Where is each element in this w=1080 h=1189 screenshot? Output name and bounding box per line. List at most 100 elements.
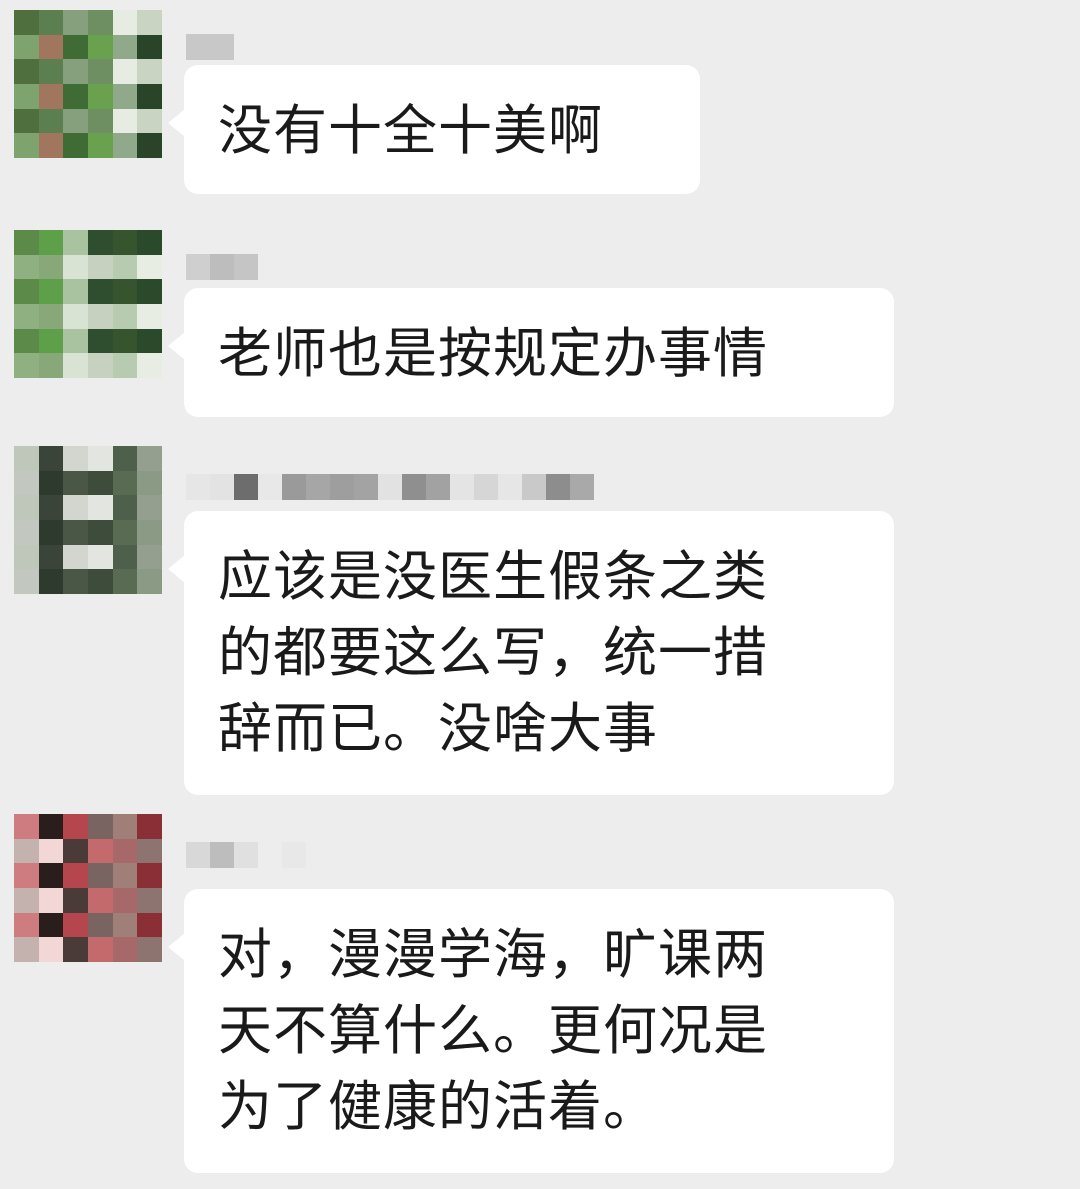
avatar-mosaic-tile <box>63 34 88 60</box>
avatar-mosaic-tile <box>137 838 162 864</box>
avatar-mosaic-tile <box>87 279 113 304</box>
avatar-mosaic-tile <box>137 83 162 109</box>
avatar[interactable] <box>14 230 162 378</box>
avatar-mosaic-tile <box>137 470 162 496</box>
avatar-mosaic-tile <box>112 279 138 304</box>
blurred-name-block <box>354 474 378 500</box>
sender-name-blurred <box>186 34 234 60</box>
avatar-mosaic-tile <box>63 133 88 158</box>
avatar-mosaic-tile <box>87 254 113 280</box>
avatar-mosaic-tile <box>112 519 138 545</box>
avatar-mosaic-tile <box>14 34 39 60</box>
blurred-name-block <box>330 474 354 500</box>
avatar-mosaic-tile <box>137 519 162 545</box>
blurred-name-block <box>234 474 258 500</box>
avatar-mosaic-tile <box>63 544 88 570</box>
avatar-mosaic-tile <box>137 495 162 520</box>
avatar-mosaic-tile <box>38 83 64 109</box>
avatar-mosaic-tile <box>87 863 113 888</box>
avatar-mosaic-tile <box>112 814 138 839</box>
avatar-mosaic-tile <box>87 446 113 471</box>
avatar-mosaic-tile <box>112 495 138 520</box>
avatar-mosaic-tile <box>63 108 88 134</box>
avatar-mosaic-tile <box>63 83 88 109</box>
message-text-line: 辞而已。没啥大事 <box>218 697 658 760</box>
avatar-mosaic-tile <box>14 495 39 520</box>
avatar[interactable] <box>14 446 162 594</box>
avatar-mosaic-tile <box>14 230 39 255</box>
avatar-mosaic-tile <box>137 230 162 255</box>
avatar-mosaic-tile <box>63 353 88 378</box>
avatar-mosaic-tile <box>63 254 88 280</box>
avatar-mosaic-tile <box>38 544 64 570</box>
avatar-mosaic-tile <box>14 10 39 35</box>
sender-name-blurred <box>186 474 594 500</box>
avatar-mosaic-tile <box>112 446 138 471</box>
avatar-mosaic-tile <box>112 838 138 864</box>
avatar-mosaic-tile <box>137 279 162 304</box>
avatar-mosaic-tile <box>87 328 113 354</box>
avatar-mosaic-tile <box>38 230 64 255</box>
blurred-name-block <box>210 254 234 280</box>
avatar-mosaic-tile <box>14 838 39 864</box>
avatar-mosaic-tile <box>38 34 64 60</box>
blurred-name-block <box>234 842 258 868</box>
message-bubble[interactable]: 对，漫漫学海，旷课两 天不算什么。更何况是 为了健康的活着。 <box>168 889 894 1173</box>
blurred-name-block <box>186 254 210 280</box>
blurred-name-block <box>186 34 234 60</box>
blurred-name-block <box>306 474 330 500</box>
avatar-mosaic-tile <box>112 34 138 60</box>
avatar[interactable] <box>14 10 162 158</box>
avatar-mosaic-tile <box>137 34 162 60</box>
avatar-mosaic-tile <box>38 279 64 304</box>
avatar-mosaic-tile <box>87 108 113 134</box>
avatar-mosaic-tile <box>38 59 64 84</box>
avatar-mosaic-tile <box>87 59 113 84</box>
avatar-mosaic-tile <box>112 863 138 888</box>
avatar-mosaic-tile <box>38 133 64 158</box>
avatar-mosaic-tile <box>87 814 113 839</box>
avatar-mosaic-tile <box>14 470 39 496</box>
message-bubble[interactable]: 没有十全十美啊 <box>168 65 700 194</box>
avatar-mosaic-tile <box>87 133 113 158</box>
avatar-mosaic-tile <box>87 838 113 864</box>
message-bubble[interactable]: 应该是没医生假条之类 的都要这么写，统一措 辞而已。没啥大事 <box>168 511 894 795</box>
avatar-mosaic-tile <box>38 814 64 839</box>
avatar-mosaic-tile <box>14 912 39 938</box>
avatar-mosaic-tile <box>112 230 138 255</box>
avatar-mosaic-tile <box>87 519 113 545</box>
avatar[interactable] <box>14 814 162 962</box>
blurred-name-block <box>282 474 306 500</box>
avatar-mosaic-tile <box>112 108 138 134</box>
message-text-line: 天不算什么。更何况是 <box>218 999 768 1062</box>
avatar-mosaic-tile <box>112 544 138 570</box>
avatar-mosaic-tile <box>87 34 113 60</box>
avatar-mosaic-tile <box>63 569 88 594</box>
avatar-mosaic-tile <box>14 59 39 84</box>
avatar-mosaic-tile <box>137 10 162 35</box>
blurred-name-block <box>522 474 546 500</box>
blurred-name-block <box>450 474 474 500</box>
avatar-mosaic-tile <box>14 937 39 962</box>
sender-name-blurred <box>186 254 258 280</box>
avatar-mosaic-tile <box>137 912 162 938</box>
avatar-mosaic-tile <box>87 303 113 329</box>
avatar-mosaic-tile <box>87 230 113 255</box>
avatar-mosaic-tile <box>112 353 138 378</box>
avatar-mosaic-tile <box>112 470 138 496</box>
avatar-mosaic-tile <box>14 569 39 594</box>
avatar-mosaic-tile <box>63 519 88 545</box>
avatar-mosaic-tile <box>112 59 138 84</box>
blurred-name-block <box>426 474 450 500</box>
avatar-mosaic-tile <box>87 10 113 35</box>
avatar-mosaic-tile <box>87 937 113 962</box>
avatar-mosaic-tile <box>14 446 39 471</box>
avatar-mosaic-tile <box>38 353 64 378</box>
sender-name-blurred <box>186 842 306 868</box>
avatar-mosaic-tile <box>14 83 39 109</box>
avatar-mosaic-tile <box>38 10 64 35</box>
blurred-name-block <box>258 842 282 868</box>
avatar-mosaic-tile <box>38 446 64 471</box>
avatar-mosaic-tile <box>112 254 138 280</box>
message-bubble[interactable]: 老师也是按规定办事情 <box>168 288 894 417</box>
